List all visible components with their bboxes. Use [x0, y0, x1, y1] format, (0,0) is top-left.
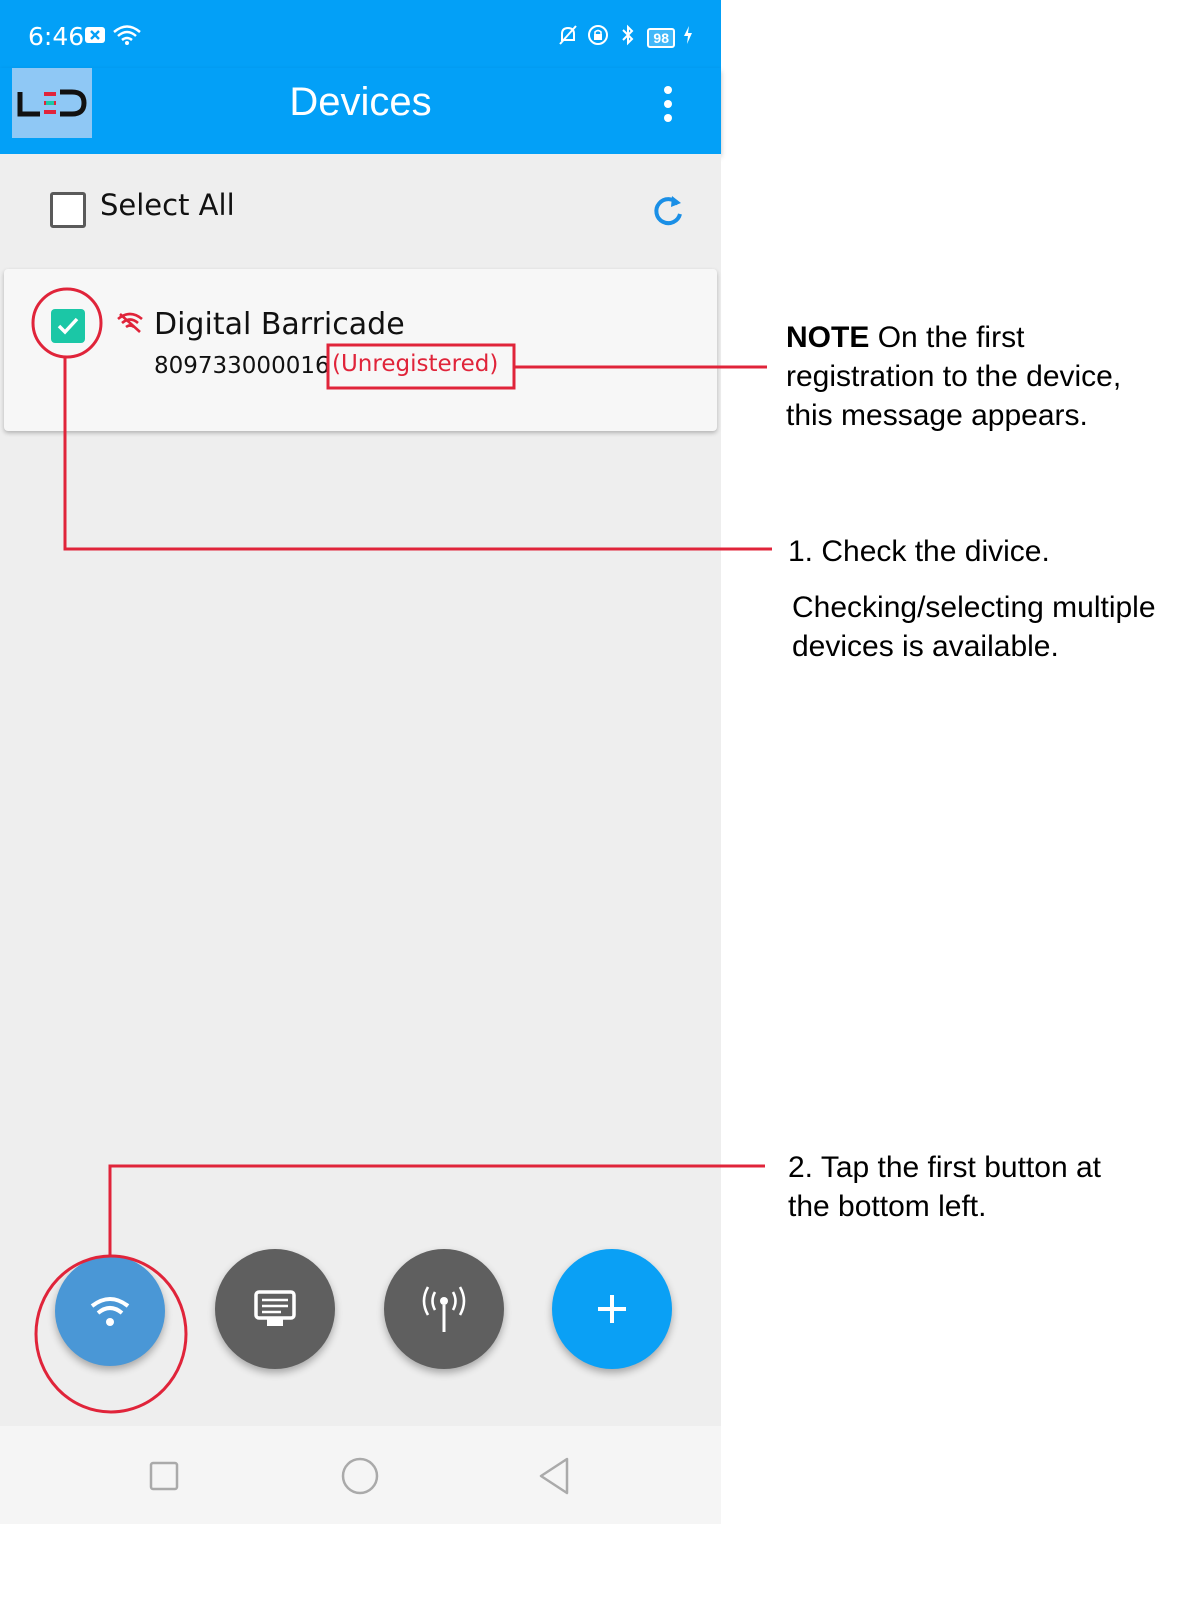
- note-label: NOTE: [786, 321, 870, 354]
- note-text-2: registration to the device,: [786, 360, 1122, 393]
- note-text-1: On the first: [877, 321, 1025, 354]
- step1-line1: 1. Check the divice.: [788, 535, 1050, 568]
- step2-line1: 2. Tap the first button at: [788, 1151, 1101, 1184]
- step2-line2: the bottom left.: [788, 1190, 987, 1223]
- step1-line3: devices is available.: [792, 630, 1059, 663]
- wifi-button-highlight-circle: [34, 1254, 188, 1414]
- unregistered-highlight-box: [326, 343, 516, 390]
- step1-detail: Checking/selecting multiple devices is a…: [792, 588, 1192, 666]
- step1-annotation: 1. Check the divice.: [788, 532, 1188, 571]
- note-text-3: this message appears.: [786, 399, 1088, 432]
- step2-annotation: 2. Tap the first button at the bottom le…: [788, 1148, 1188, 1226]
- annotation-overlay: [31, 287, 772, 1414]
- checkbox-highlight-circle: [31, 287, 103, 359]
- note-annotation: NOTE On the first registration to the de…: [786, 318, 1186, 435]
- step2-leader-line: [108, 1164, 765, 1256]
- step1-leader-line: [63, 357, 772, 551]
- step1-line2: Checking/selecting multiple: [792, 591, 1156, 624]
